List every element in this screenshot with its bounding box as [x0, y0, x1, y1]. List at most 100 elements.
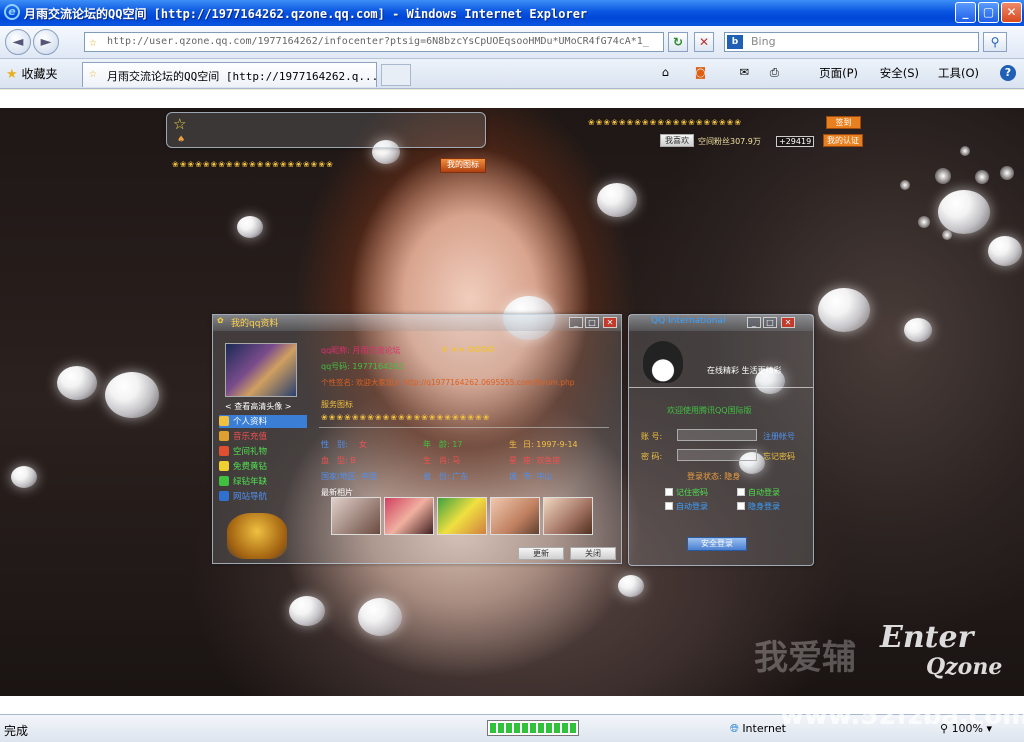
profile-panel-icon: ✿ [217, 316, 224, 325]
login-tagline: 在线精彩 生活更精彩 [707, 366, 782, 375]
stat-label: 年 [423, 440, 431, 449]
heart-decoration [11, 466, 37, 488]
header-icon-strip: ❀❀❀❀❀❀❀❀❀❀❀❀❀❀❀❀❀❀❀❀❀ [172, 160, 334, 169]
security-zone[interactable]: 🌐︎ Internet [730, 722, 786, 736]
stat-value: 份: 广东 [439, 472, 469, 481]
checkin-button[interactable]: 签到 [826, 116, 861, 129]
favorites-star-icon: ★ [6, 67, 18, 82]
back-button[interactable]: ◄ [5, 29, 31, 55]
photo-thumbnail[interactable] [384, 497, 434, 535]
favorites-label: 收藏夹 [21, 67, 58, 81]
print-button[interactable]: ⎙ [770, 65, 779, 80]
like-button[interactable]: 我喜欢 [660, 134, 694, 147]
photo-thumbnail[interactable] [437, 497, 487, 535]
account-label: 账 号: [641, 432, 663, 441]
profile-icon [219, 416, 229, 426]
heart-decoration [904, 318, 932, 342]
diamond-icon [219, 461, 229, 471]
forgot-password-link[interactable]: 忘记密码 [763, 451, 795, 462]
menu-item-green-diamond[interactable]: 绿钻年缺 [219, 475, 267, 488]
login-button[interactable]: 安全登录 [687, 537, 747, 551]
gift-icon [219, 446, 229, 456]
forward-button[interactable]: ► [33, 29, 59, 55]
stat-value: 肖: 马 [439, 456, 461, 465]
panel-minimize-button[interactable]: _ [569, 317, 583, 328]
checkbox-label: 隐身登录 [748, 502, 780, 511]
login-maximize-button[interactable]: □ [763, 317, 777, 328]
heart-decoration [57, 366, 97, 400]
password-input[interactable] [677, 449, 757, 461]
safety-menu[interactable]: 安全(S) [880, 65, 919, 81]
watermark-text: 我爱辅 [754, 638, 856, 678]
view-avatar-link[interactable]: < 查看高清头像 > [225, 401, 292, 412]
minimize-button[interactable]: _ [955, 2, 976, 23]
photo-thumbnail[interactable] [331, 497, 381, 535]
mail-button[interactable]: ✉ [739, 65, 749, 79]
page-menu[interactable]: 页面(P) [819, 65, 858, 81]
stat-value: 型: B [337, 456, 356, 465]
search-input[interactable]: b Bing [724, 32, 979, 52]
heart-decoration [105, 372, 159, 418]
photo-thumbnail[interactable] [543, 497, 593, 535]
auto-login-checkbox[interactable]: 自动登录 [737, 487, 780, 498]
stat-label: 省 [423, 472, 431, 481]
qq-penguin-icon [643, 341, 683, 383]
status-text: 完成 [4, 724, 29, 738]
music-icon [219, 431, 229, 441]
stat-value: 女 [359, 440, 367, 449]
help-button[interactable]: ? [1000, 65, 1016, 81]
heart-decoration [289, 596, 325, 626]
verify-button[interactable]: 我的认证 [823, 134, 863, 147]
window-titlebar[interactable]: e 月雨交流论坛的QQ空间 [http://1977164262.qzone.q… [0, 0, 1024, 26]
login-status: 登录状态: 隐身 [687, 472, 741, 481]
my-badge-button[interactable]: 我的图标 [440, 158, 486, 173]
menu-item-gift[interactable]: 空间礼物 [219, 445, 267, 458]
bokeh-light [942, 230, 952, 240]
account-input[interactable] [677, 429, 757, 441]
menu-item-label: 网站导航 [233, 492, 268, 502]
profile-panel-header[interactable]: ✿ 我的qq资料 _ □ ✕ [213, 315, 621, 331]
register-link[interactable]: 注册帐号 [763, 431, 795, 442]
avatar[interactable] [225, 343, 297, 397]
window-title: 月雨交流论坛的QQ空间 [http://1977164262.qzone.qq.… [24, 7, 588, 21]
feeds-button[interactable]: ◙ [695, 65, 706, 79]
close-profile-button[interactable]: 关闭 [570, 547, 616, 560]
fans-count: 空间粉丝307.9万 [698, 137, 761, 146]
search-button[interactable]: ⚲ [983, 32, 1007, 52]
new-tab-button[interactable] [381, 64, 411, 86]
login-close-button[interactable]: ✕ [781, 317, 795, 328]
login-panel: QQ International _ □ ✕ 在线精彩 生活更精彩 欢迎使用腾讯… [628, 314, 814, 566]
remember-password-checkbox[interactable]: 记住密码 [665, 487, 708, 498]
login-panel-header[interactable]: QQ International _ □ ✕ [629, 315, 813, 331]
maximize-button[interactable]: ▢ [978, 2, 999, 23]
invisible-login-checkbox[interactable]: 隐身登录 [737, 501, 780, 512]
close-window-button[interactable]: ✕ [1001, 2, 1022, 23]
penguin-mascot-icon [227, 513, 287, 559]
menu-item-profile[interactable]: 个人资料 [219, 415, 307, 428]
menu-item-music[interactable]: 音乐充值 [219, 430, 267, 443]
tools-menu[interactable]: 工具(O) [938, 65, 979, 81]
heart-decoration [618, 575, 644, 597]
page-icon: ☆ [89, 35, 97, 50]
refresh-button[interactable]: ↻ [668, 32, 688, 52]
favorites-button[interactable]: ★ 收藏夹 [6, 65, 58, 82]
photo-thumbnail[interactable] [490, 497, 540, 535]
tab-qzone[interactable]: ☆ 月雨交流论坛的QQ空间 [http://1977164262.q... [82, 62, 377, 87]
login-minimize-button[interactable]: _ [747, 317, 761, 328]
panel-maximize-button[interactable]: □ [585, 317, 599, 328]
stat-label: 性 [321, 440, 329, 449]
stop-button[interactable]: ✕ [694, 32, 714, 52]
stat-label: 生 [509, 440, 517, 449]
status-bar: 完成 🌐︎ Internet ⚲ 100% ▾ www.52fzba.com [0, 701, 1024, 742]
qq-number: qq号码: 1977164262 [321, 362, 404, 371]
menu-item-navigation[interactable]: 网站导航 [219, 490, 267, 503]
home-button[interactable]: ⌂ [662, 65, 669, 79]
menu-item-yellow-diamond[interactable]: 免费黄钻 [219, 460, 267, 473]
update-button[interactable]: 更新 [518, 547, 564, 560]
auto-login-checkbox-2[interactable]: 自动登录 [665, 501, 708, 512]
nav-icon [219, 491, 229, 501]
address-input[interactable]: ☆ http://user.qzone.qq.com/1977164262/in… [84, 32, 664, 52]
nickname: qq昵称: 月雨交流论坛 [321, 346, 401, 355]
panel-close-button[interactable]: ✕ [603, 317, 617, 328]
header-widget: ☆ ♠ [166, 112, 486, 148]
